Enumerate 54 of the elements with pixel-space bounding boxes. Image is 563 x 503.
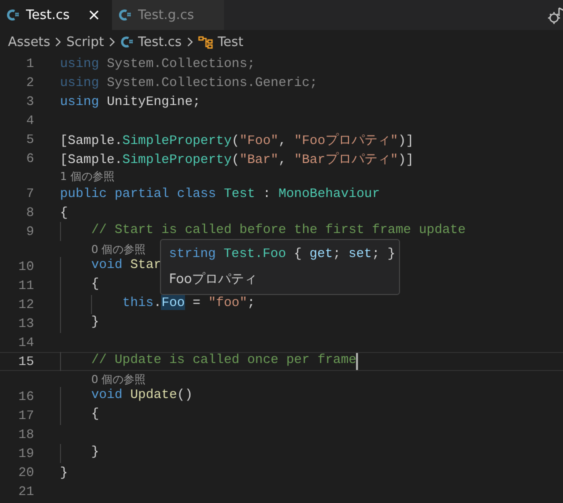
code-line: public partial class Test : MonoBehaviour — [60, 186, 380, 201]
line-number: 4 — [25, 113, 34, 128]
csharp-icon — [6, 8, 20, 22]
code-line: this.Foo = "foo"; — [60, 295, 256, 314]
line-number: 20 — [17, 465, 34, 480]
line-number: 13 — [17, 316, 34, 331]
code-line: // Update is called once per frame — [60, 352, 356, 371]
breadcrumb-item[interactable]: Test — [198, 34, 244, 50]
code-line: using System.Collections; — [60, 56, 256, 71]
line-number: 21 — [17, 484, 34, 499]
line-number: 17 — [17, 408, 34, 423]
breadcrumb-item[interactable]: Script — [66, 34, 104, 50]
code-line: [Sample.SimpleProperty("Bar", "Barプロパティ")] — [60, 150, 414, 168]
code-line: using UnityEngine; — [60, 94, 200, 109]
code-line: { — [60, 205, 68, 220]
line-number: 12 — [17, 297, 34, 312]
csharp-icon — [120, 35, 134, 49]
line-number: 7 — [25, 186, 34, 201]
text-cursor — [356, 353, 358, 370]
line-number: 1 — [25, 56, 34, 71]
code-line: } — [60, 444, 100, 463]
code-line: // Start is called before the first frame update — [60, 222, 466, 241]
line-number: 19 — [17, 446, 34, 461]
code-line: } — [60, 314, 100, 333]
line-number: 18 — [17, 427, 34, 442]
code-line: } — [60, 465, 68, 480]
code-line: [Sample.SimpleProperty("Foo", "Fooプロパティ")] — [60, 132, 414, 148]
line-number: 8 — [25, 205, 34, 220]
reference-count-link[interactable]: 1 個の参照 — [60, 168, 114, 184]
line-number: 9 — [25, 224, 34, 239]
line-number: 16 — [17, 389, 34, 404]
csharp-icon — [118, 8, 132, 22]
line-number: 10 — [17, 259, 34, 274]
line-number: 5 — [25, 132, 34, 147]
line-number: 3 — [25, 94, 34, 109]
code-line: void Star — [60, 257, 162, 276]
line-number: 6 — [25, 151, 34, 166]
code-line: void Update() — [60, 387, 193, 406]
line-number: 15 — [17, 354, 34, 369]
reference-count-link[interactable]: 0 個の参照 — [91, 242, 146, 256]
line-number: 2 — [25, 75, 34, 90]
code-line: { — [60, 276, 100, 295]
code-line: { — [60, 406, 100, 425]
editor-tab[interactable]: Test.g.cs — [112, 0, 224, 30]
editor-tab[interactable]: Test.cs — [0, 0, 112, 30]
code-line: using System.Collections.Generic; — [60, 75, 318, 90]
line-number: 14 — [17, 335, 34, 350]
line-number: 11 — [17, 278, 34, 293]
reference-count-link[interactable]: 0 個の参照 — [91, 372, 146, 386]
breadcrumb-item[interactable]: Assets — [8, 34, 50, 50]
gear-icon[interactable] — [545, 7, 563, 25]
breadcrumb-item[interactable]: Test.cs — [120, 34, 182, 50]
hover-description: Fooプロパティ — [169, 271, 258, 288]
class-icon — [198, 35, 214, 49]
